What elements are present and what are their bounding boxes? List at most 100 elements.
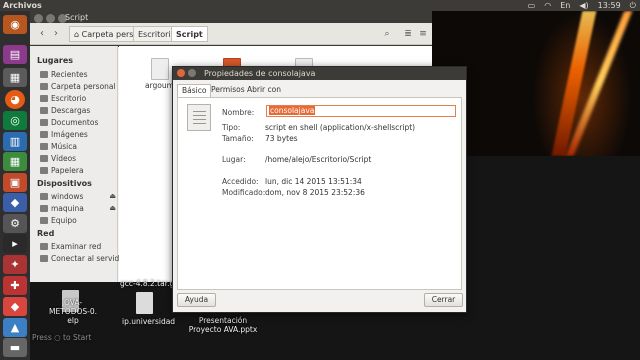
app-icon-14[interactable]: ▲ — [3, 318, 27, 337]
view-list-icon[interactable]: ≣ — [400, 26, 416, 42]
volume-icon[interactable]: ◀) — [579, 0, 588, 11]
icon-line — [193, 119, 206, 120]
sidebar-item-conectar-servidor[interactable]: Conectar al servidor — [40, 253, 127, 264]
sidebar-item-label: Examinar red — [51, 242, 102, 251]
sidebar-item-musica[interactable]: Música — [40, 141, 116, 152]
desktop-file-label[interactable]: ip.universidad — [122, 317, 175, 326]
close-window-icon[interactable] — [34, 14, 43, 23]
firefox-icon[interactable]: ◕ — [5, 90, 25, 109]
sidebar-item-documentos[interactable]: Documentos — [40, 117, 116, 128]
download-icon — [40, 107, 48, 114]
sidebar-item-label: Imágenes — [51, 130, 88, 139]
drive-icon — [40, 205, 48, 212]
app-icon-8[interactable]: ◆ — [3, 193, 27, 212]
app-icon-12[interactable]: ✚ — [3, 276, 27, 295]
sidebar-item-label: Conectar al servidor — [51, 254, 127, 263]
close-dialog-icon[interactable] — [177, 69, 185, 77]
properties-dialog: Propiedades de consolajava Básico Permis… — [172, 66, 467, 313]
size-value: 73 bytes — [265, 134, 298, 143]
modified-value: dom, nov 8 2015 23:52:36 — [265, 188, 365, 197]
sidebar-item-videos[interactable]: Vídeos — [40, 153, 116, 164]
help-button[interactable]: Ayuda — [177, 293, 216, 307]
calc-icon[interactable]: ▦ — [3, 152, 27, 171]
sidebar-item-label: Carpeta personal — [51, 82, 116, 91]
battery-icon[interactable]: ▭ — [528, 0, 536, 11]
name-input[interactable]: consolajava — [266, 105, 456, 117]
sidebar-item-examinar-red[interactable]: Examinar red — [40, 241, 116, 252]
trash-icon — [40, 167, 48, 174]
back-icon[interactable]: ‹ — [35, 27, 49, 41]
drive-icon — [40, 193, 48, 200]
app-icon-11[interactable]: ✦ — [3, 255, 27, 274]
sidebar-item-recientes[interactable]: Recientes — [40, 69, 116, 80]
close-button[interactable]: Cerrar — [424, 293, 463, 307]
forward-icon[interactable]: › — [49, 27, 63, 41]
minimize-window-icon[interactable] — [46, 14, 55, 23]
sidebar-item-label: windows — [51, 192, 84, 201]
clock[interactable]: 13:59 — [598, 0, 621, 11]
modified-label: Modificado: — [222, 188, 266, 197]
sidebar-item-descargas[interactable]: Descargas — [40, 105, 116, 116]
size-label: Tamaño: — [222, 134, 254, 143]
file-icon[interactable] — [151, 58, 169, 80]
name-input-value[interactable]: consolajava — [269, 106, 316, 115]
app-icon-1[interactable]: ▤ — [3, 45, 27, 64]
sidebar-item-label: Escritorio — [51, 94, 87, 103]
sidebar-item-label: Equipo — [51, 216, 77, 225]
sidebar-heading-red: Red — [37, 229, 55, 238]
app-icon-9[interactable]: ⚙ — [3, 214, 27, 233]
system-tray: ▭ ◠ En ◀) 13:59 ⏻ — [528, 0, 636, 11]
wifi-icon[interactable]: ◠ — [544, 0, 551, 11]
sidebar-item-maquina[interactable]: maquina ⏏ — [40, 203, 116, 214]
desktop-file-label[interactable]: OVA-METODOS-0. elp — [44, 298, 102, 325]
music-icon — [40, 143, 48, 150]
clock-icon — [40, 71, 48, 78]
terminal-icon[interactable]: ▸ — [3, 234, 27, 253]
search-icon[interactable]: ⌕ — [379, 26, 395, 42]
type-label: Tipo: — [222, 123, 241, 132]
menu-icon[interactable]: ≡ — [415, 26, 431, 42]
sidebar-item-label: Música — [51, 142, 77, 151]
accessed-value: lun, dic 14 2015 13:51:34 — [265, 177, 362, 186]
document-icon — [40, 119, 48, 126]
sidebar-item-equipo[interactable]: Equipo — [40, 215, 116, 226]
desktop-file-label[interactable]: gcc-4.8.2.tar.gz — [120, 279, 178, 288]
impress-icon[interactable]: ▣ — [3, 173, 27, 192]
desktop-file-label[interactable]: Presentación Proyecto AVA.pptx — [186, 316, 260, 334]
sidebar-item-windows[interactable]: windows ⏏ — [40, 191, 116, 202]
files-icon[interactable]: ▦ — [3, 68, 27, 87]
trash-icon[interactable]: ▬ — [3, 338, 27, 357]
eject-icon[interactable]: ⏏ — [109, 203, 116, 214]
files-toolbar: ‹ › ⌂ Carpeta personal Escritorio Script… — [30, 23, 432, 45]
script-file-icon[interactable] — [187, 104, 211, 131]
ubuntu-dash-icon[interactable]: ◉ — [3, 15, 27, 34]
power-icon[interactable]: ⏻ — [630, 0, 636, 11]
launcher: ◉ ▤ ▦ ◕ ◎ ▥ ▦ ▣ ◆ ⚙ ▸ ✦ ✚ ◆ ▲ ▬ — [0, 11, 30, 360]
sidebar-heading-lugares: Lugares — [37, 56, 74, 65]
sidebar-item-label: Documentos — [51, 118, 99, 127]
sidebar-item-escritorio[interactable]: Escritorio — [40, 93, 116, 104]
sidebar: Lugares Recientes Carpeta personal Escri… — [30, 46, 127, 282]
network-icon — [40, 243, 48, 250]
file-label[interactable]: argoum — [145, 81, 174, 90]
writer-icon[interactable]: ▥ — [3, 132, 27, 151]
name-label: Nombre: — [222, 108, 255, 117]
minimize-dialog-icon[interactable] — [188, 69, 196, 77]
app-icon-13[interactable]: ◆ — [3, 297, 27, 316]
chrome-icon[interactable]: ◎ — [3, 111, 27, 130]
desktop-file-icon[interactable] — [136, 292, 153, 314]
keyboard-icon[interactable]: En — [560, 0, 570, 11]
top-panel: Archivos ▭ ◠ En ◀) 13:59 ⏻ — [0, 0, 640, 11]
sidebar-item-label: Recientes — [51, 70, 88, 79]
sidebar-item-imagenes[interactable]: Imágenes — [40, 129, 116, 140]
tab-abrir-con[interactable]: Abrir con — [243, 84, 285, 97]
eject-icon[interactable]: ⏏ — [109, 191, 116, 202]
sidebar-item-papelera[interactable]: Papelera — [40, 165, 116, 176]
breadcrumb-script[interactable]: Script — [171, 26, 208, 42]
sidebar-item-label: Papelera — [51, 166, 84, 175]
press-to-start-hint: Press ○ to Start — [32, 333, 92, 342]
desktop-icon — [40, 95, 48, 102]
dialog-tabs: Básico Permisos Abrir con — [177, 84, 462, 97]
home-icon — [40, 83, 48, 90]
sidebar-item-carpeta-personal[interactable]: Carpeta personal — [40, 81, 116, 92]
